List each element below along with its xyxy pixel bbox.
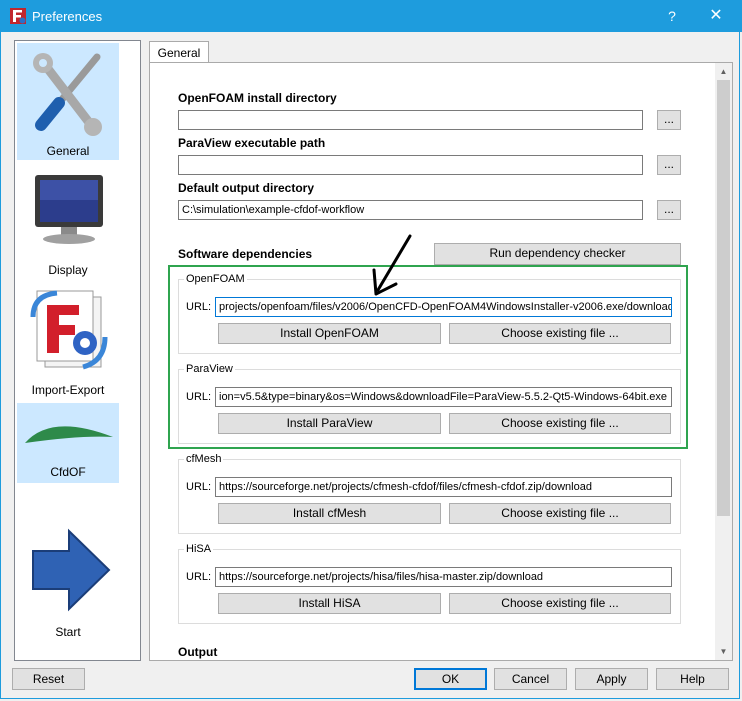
reset-button[interactable]: Reset xyxy=(12,668,85,690)
airfoil-icon xyxy=(25,426,113,443)
hisa-url-label: URL: xyxy=(186,571,212,583)
sidebar-item-label: Import-Export xyxy=(31,383,105,397)
annotation-highlight-box xyxy=(168,265,688,449)
cfmesh-choose-file-button[interactable]: Choose existing file ... xyxy=(449,503,671,524)
software-dependencies-label: Software dependencies xyxy=(178,247,313,261)
cfmesh-url-label: URL: xyxy=(186,481,212,493)
freecad-app-icon xyxy=(10,8,26,24)
sidebar-item-start[interactable]: Start xyxy=(17,521,119,639)
paraview-path-input[interactable] xyxy=(178,155,643,175)
sidebar-item-label: CfdOF xyxy=(50,465,86,479)
sidebar-item-import-export[interactable]: Import-Export xyxy=(17,283,119,399)
sidebar-item-cfdof[interactable]: CfdOF xyxy=(17,403,119,483)
openfoam-dir-label: OpenFOAM install directory xyxy=(178,91,337,105)
wrench-screwdriver-icon xyxy=(33,53,102,136)
openfoam-dir-browse-button[interactable]: ... xyxy=(657,110,681,130)
paraview-path-browse-button[interactable]: ... xyxy=(657,155,681,175)
install-hisa-button[interactable]: Install HiSA xyxy=(218,593,441,614)
window-title: Preferences xyxy=(32,9,103,24)
start-arrow-icon xyxy=(32,528,111,612)
tab-general[interactable]: General xyxy=(149,41,209,63)
hisa-choose-file-button[interactable]: Choose existing file ... xyxy=(449,593,671,614)
output-dir-browse-button[interactable]: ... xyxy=(657,200,681,220)
title-bar xyxy=(0,0,742,32)
cfmesh-url-input[interactable]: https://sourceforge.net/projects/cfmesh-… xyxy=(215,477,672,497)
run-dependency-checker-button[interactable]: Run dependency checker xyxy=(434,243,681,265)
scroll-down-arrow-icon[interactable]: ▼ xyxy=(715,643,732,660)
sidebar-item-label: Start xyxy=(55,625,81,639)
install-cfmesh-button[interactable]: Install cfMesh xyxy=(218,503,441,524)
sidebar-item-display[interactable]: Display xyxy=(17,163,119,279)
ok-button[interactable]: OK xyxy=(414,668,487,690)
output-section-label: Output xyxy=(178,645,218,659)
close-button[interactable]: ✕ xyxy=(704,6,728,26)
apply-button[interactable]: Apply xyxy=(575,668,648,690)
sidebar-item-label: General xyxy=(46,144,90,158)
import-export-icon xyxy=(30,290,108,370)
scrollbar-thumb[interactable] xyxy=(717,80,730,516)
preferences-sidebar: General Display Import-Export CfdOF Star… xyxy=(14,40,141,661)
annotation-arrow-icon xyxy=(372,234,412,296)
hisa-group-title: HiSA xyxy=(184,543,214,555)
cancel-button[interactable]: Cancel xyxy=(494,668,567,690)
scroll-up-arrow-icon[interactable]: ▲ xyxy=(715,63,732,80)
openfoam-dir-input[interactable] xyxy=(178,110,643,130)
help-title-button[interactable]: ? xyxy=(662,6,682,26)
paraview-path-label: ParaView executable path xyxy=(178,136,326,150)
output-dir-input[interactable]: C:\simulation\example-cfdof-workflow xyxy=(178,200,643,220)
cfmesh-group-title: cfMesh xyxy=(184,453,224,465)
output-dir-label: Default output directory xyxy=(178,181,315,195)
sidebar-item-general[interactable]: General xyxy=(17,43,119,160)
hisa-url-input[interactable]: https://sourceforge.net/projects/hisa/fi… xyxy=(215,567,672,587)
monitor-icon xyxy=(35,175,103,244)
sidebar-item-label: Display xyxy=(48,263,88,277)
help-button[interactable]: Help xyxy=(656,668,729,690)
